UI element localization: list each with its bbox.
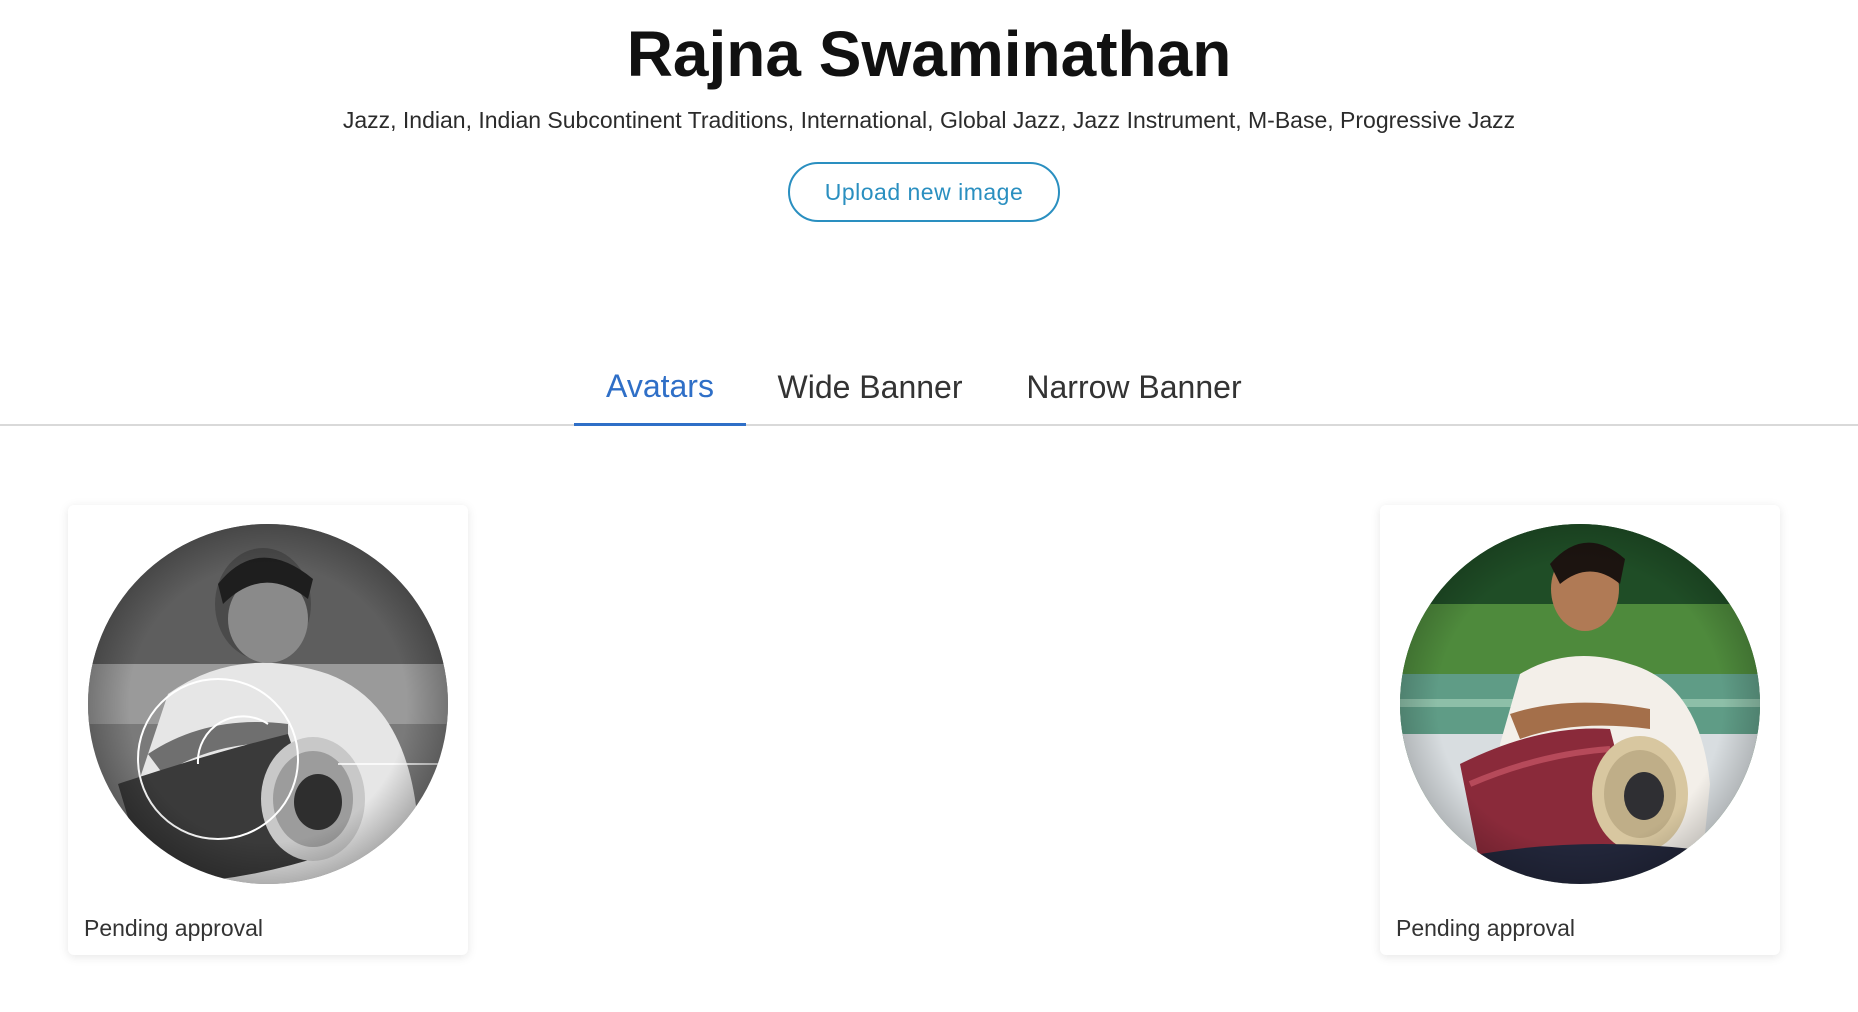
avatar-card: Pending approval: [68, 505, 468, 955]
tab-avatars[interactable]: Avatars: [574, 350, 746, 426]
avatar-card: Pending approval: [1380, 505, 1780, 955]
avatar-photo-color: [1400, 524, 1760, 884]
image-manager-page: Rajna Swaminathan Jazz, Indian, Indian S…: [0, 0, 1858, 1012]
tab-narrow-banner[interactable]: Narrow Banner: [1010, 350, 1258, 424]
tab-wide-banner[interactable]: Wide Banner: [760, 350, 980, 424]
approval-status: Pending approval: [84, 915, 264, 941]
avatar-image-color[interactable]: [1400, 524, 1760, 884]
image-type-tabs: Avatars Wide Banner Narrow Banner: [0, 350, 1858, 426]
approval-status: Pending approval: [1396, 915, 1576, 941]
page-title: Rajna Swaminathan: [626, 18, 1232, 90]
avatar-photo-bw: [88, 524, 448, 884]
genre-list: Jazz, Indian, Indian Subcontinent Tradit…: [342, 107, 1516, 133]
avatar-image-bw[interactable]: [88, 524, 448, 884]
upload-new-image-button[interactable]: Upload new image: [788, 162, 1060, 222]
